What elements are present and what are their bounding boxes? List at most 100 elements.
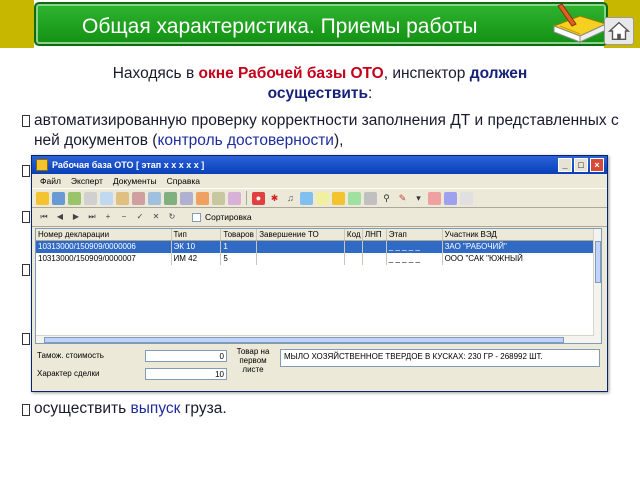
- table-cell: [257, 253, 345, 265]
- slide-title: Общая характеристика. Приемы работы: [82, 15, 478, 38]
- list-icon[interactable]: [180, 191, 193, 205]
- remove-record-icon[interactable]: −: [118, 211, 130, 223]
- bullet-marker: [22, 404, 30, 416]
- column-header[interactable]: ЛНП: [363, 229, 387, 240]
- menu-documents[interactable]: Документы: [113, 174, 157, 188]
- stats-icon[interactable]: [228, 191, 241, 205]
- globe-icon[interactable]: [300, 191, 313, 205]
- column-header[interactable]: Тип: [172, 229, 222, 240]
- delete-icon[interactable]: [132, 191, 145, 205]
- print-icon[interactable]: [84, 191, 97, 205]
- alert-icon[interactable]: [428, 191, 441, 205]
- goods-description-field[interactable]: МЫЛО ХОЗЯЙСТВЕННОЕ ТВЕРДОЕ В КУСКАХ: 230…: [280, 349, 600, 367]
- chevron-down-icon[interactable]: ▾: [412, 192, 425, 205]
- menu-help[interactable]: Справка: [167, 174, 200, 188]
- window-icon[interactable]: [460, 191, 473, 205]
- table-row[interactable]: 10313000/150909/0000006 ЭК 10 1 _ _ _ _ …: [36, 241, 601, 253]
- intro-text-1: Находясь в: [112, 65, 199, 82]
- bullet-marker: [22, 115, 30, 127]
- tag-icon[interactable]: ✎: [396, 192, 409, 205]
- table-header: Номер декларации Тип Товаров Завершение …: [36, 229, 601, 241]
- column-header[interactable]: Товаров: [221, 229, 258, 240]
- next-record-icon[interactable]: ▶: [70, 211, 82, 223]
- check-icon[interactable]: [164, 191, 177, 205]
- last-record-icon[interactable]: ⏭: [86, 211, 98, 223]
- copy-icon[interactable]: [100, 191, 113, 205]
- approve-icon[interactable]: [348, 191, 361, 205]
- stop-icon[interactable]: ●: [252, 191, 265, 205]
- menu-file[interactable]: Файл: [40, 174, 61, 188]
- menu-expert[interactable]: Эксперт: [71, 174, 103, 188]
- bell-icon[interactable]: ♫: [284, 192, 297, 205]
- main-toolbar: ● ✱ ♫ ⚲ ✎ ▾: [32, 188, 607, 208]
- home-button[interactable]: [604, 17, 634, 45]
- vertical-scrollbar[interactable]: [593, 229, 601, 343]
- prev-record-icon[interactable]: ◀: [54, 211, 66, 223]
- first-record-icon[interactable]: ⏮: [38, 211, 50, 223]
- customs-value-field[interactable]: 0: [145, 350, 227, 362]
- export-icon[interactable]: [196, 191, 209, 205]
- table-cell: _ _ _ _ _: [387, 253, 443, 265]
- window-titlebar[interactable]: Рабочая база ОТО [ этап x x x x x ] _ □ …: [32, 156, 607, 174]
- toolbar-separator: [246, 191, 247, 205]
- horizontal-scrollbar[interactable]: [36, 335, 594, 343]
- customs-value-label: Тамож. стоимость: [37, 351, 104, 360]
- bullet-item-1: автоматизированную проверку корректности…: [22, 111, 622, 151]
- close-button[interactable]: ×: [590, 158, 604, 172]
- menu-bar: Файл Эксперт Документы Справка: [32, 174, 607, 188]
- document-icon[interactable]: [68, 191, 81, 205]
- scrollbar-thumb[interactable]: [595, 241, 601, 283]
- sort-checkbox[interactable]: [192, 212, 201, 222]
- column-header[interactable]: Код: [345, 229, 363, 240]
- table-cell: ООО "САК "ЮЖНЫЙ: [443, 253, 601, 265]
- note-icon[interactable]: [316, 191, 329, 205]
- bullet-marker: [22, 211, 30, 223]
- bullet-1-highlight: контроль достоверности: [157, 132, 334, 149]
- app-window: Рабочая база ОТО [ этап x x x x x ] _ □ …: [31, 155, 608, 392]
- column-header[interactable]: Номер декларации: [36, 229, 172, 240]
- window-title: Рабочая база ОТО [ этап x x x x x ]: [52, 160, 205, 170]
- title-band: Общая характеристика. Приемы работы: [0, 0, 640, 48]
- reload-icon[interactable]: ↻: [166, 211, 178, 223]
- star-icon[interactable]: ✱: [268, 192, 281, 205]
- minimize-button[interactable]: _: [558, 158, 572, 172]
- bullet-marker: [22, 264, 30, 276]
- last-bullet-highlight: выпуск: [130, 400, 181, 417]
- settings-icon[interactable]: [364, 191, 377, 205]
- deal-type-field[interactable]: 10: [145, 368, 227, 380]
- table-icon[interactable]: [212, 191, 225, 205]
- maximize-button[interactable]: □: [574, 158, 588, 172]
- column-header[interactable]: Этап: [387, 229, 443, 240]
- book-icon: [552, 3, 608, 43]
- table-row[interactable]: 10313000/150909/0000007 ИМ 42 5 _ _ _ _ …: [36, 253, 601, 265]
- column-header[interactable]: Завершение ТО: [257, 229, 345, 240]
- intro-text-2: , инспектор: [383, 65, 470, 82]
- table-cell: 10313000/150909/0000007: [36, 253, 172, 265]
- folder-icon[interactable]: [36, 191, 49, 205]
- bullet-marker: [22, 333, 30, 345]
- table-cell: ЭК 10: [172, 241, 222, 253]
- confirm-icon[interactable]: ✓: [134, 211, 146, 223]
- add-record-icon[interactable]: +: [102, 211, 114, 223]
- folder-open-icon[interactable]: [332, 191, 345, 205]
- table-cell: [345, 241, 363, 253]
- table-cell: [363, 253, 387, 265]
- table-cell: [363, 241, 387, 253]
- declarations-table: Номер декларации Тип Товаров Завершение …: [35, 228, 602, 344]
- view-icon[interactable]: [148, 191, 161, 205]
- home-icon: [607, 21, 631, 41]
- intro-paragraph: Находясь в окне Рабочей базы ОТО, инспек…: [60, 64, 580, 104]
- search-icon[interactable]: ⚲: [380, 192, 393, 205]
- last-bullet-text-2: груза.: [180, 400, 227, 417]
- refresh-icon[interactable]: [52, 191, 65, 205]
- column-header[interactable]: Участник ВЭД: [443, 229, 601, 240]
- edit-icon[interactable]: [116, 191, 129, 205]
- title-box: Общая характеристика. Приемы работы: [34, 2, 608, 46]
- scrollbar-thumb[interactable]: [44, 337, 564, 343]
- table-cell: [345, 253, 363, 265]
- cancel-icon[interactable]: ✕: [150, 211, 162, 223]
- table-cell: 5: [221, 253, 258, 265]
- chart-icon[interactable]: [444, 191, 457, 205]
- bullet-item-last: осуществить выпуск груза.: [22, 400, 227, 418]
- table-cell: ЗАО "РАБОЧИЙ": [443, 241, 601, 253]
